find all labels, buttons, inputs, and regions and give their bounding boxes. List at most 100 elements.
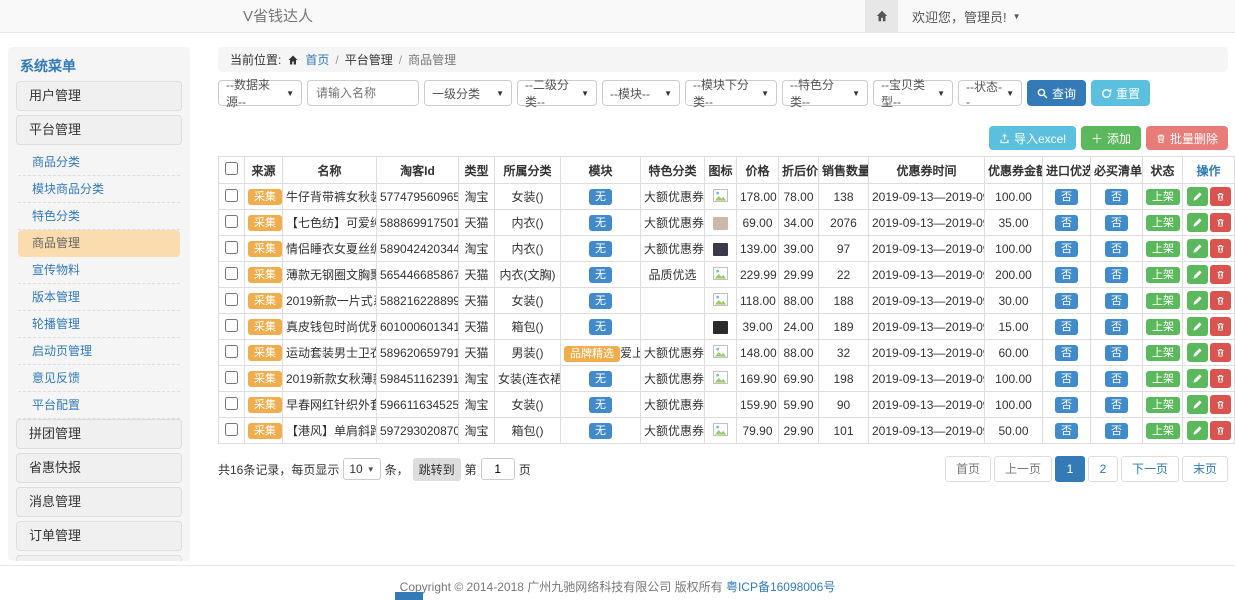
module-badge[interactable]: 无 — [589, 267, 612, 283]
must-buy-toggle[interactable]: 否 — [1105, 241, 1128, 257]
edit-button[interactable] — [1187, 213, 1208, 232]
status-badge[interactable]: 上架 — [1146, 267, 1180, 283]
sidebar-section-用户管理[interactable]: 用户管理 — [16, 81, 182, 111]
page-button-1[interactable]: 1 — [1055, 456, 1085, 482]
sidebar-item-商品分类[interactable]: 商品分类 — [18, 149, 180, 176]
delete-button[interactable] — [1210, 395, 1231, 414]
must-buy-toggle[interactable]: 否 — [1105, 319, 1128, 335]
import-select-toggle[interactable]: 否 — [1055, 345, 1078, 361]
sidebar-item-宣传物料[interactable]: 宣传物料 — [18, 257, 180, 284]
batch-delete-button[interactable]: 批量删除 — [1146, 126, 1228, 150]
row-checkbox[interactable] — [225, 423, 238, 436]
delete-button[interactable] — [1210, 291, 1231, 310]
sidebar-section-订单管理[interactable]: 订单管理 — [16, 521, 182, 551]
delete-button[interactable] — [1210, 239, 1231, 258]
page-button-下一页[interactable]: 下一页 — [1121, 456, 1179, 482]
must-buy-toggle[interactable]: 否 — [1105, 371, 1128, 387]
filter-select-7[interactable]: --状态--▼ — [958, 80, 1022, 106]
sidebar-section-兑换管理[interactable]: 兑换管理 — [16, 555, 182, 561]
delete-button[interactable] — [1210, 265, 1231, 284]
delete-button[interactable] — [1210, 187, 1231, 206]
edit-button[interactable] — [1187, 265, 1208, 284]
status-badge[interactable]: 上架 — [1146, 319, 1180, 335]
must-buy-toggle[interactable]: 否 — [1105, 423, 1128, 439]
sidebar-section-拼团管理[interactable]: 拼团管理 — [16, 419, 182, 449]
import-select-toggle[interactable]: 否 — [1055, 215, 1078, 231]
sidebar-item-商品管理[interactable]: 商品管理 — [18, 230, 180, 257]
status-badge[interactable]: 上架 — [1146, 189, 1180, 205]
module-badge[interactable]: 无 — [589, 423, 612, 439]
add-button[interactable]: ＋ 添加 — [1081, 126, 1141, 150]
row-checkbox[interactable] — [225, 293, 238, 306]
filter-select-1[interactable]: 一级分类▼ — [424, 80, 512, 106]
sidebar-item-轮播管理[interactable]: 轮播管理 — [18, 311, 180, 338]
edit-button[interactable] — [1187, 395, 1208, 414]
row-checkbox[interactable] — [225, 189, 238, 202]
page-button-首页[interactable]: 首页 — [945, 456, 991, 482]
per-page-select[interactable]: 10 ▼ — [343, 458, 380, 480]
sidebar-section-省惠快报[interactable]: 省惠快报 — [16, 453, 182, 483]
row-checkbox[interactable] — [225, 241, 238, 254]
sidebar-item-平台配置[interactable]: 平台配置 — [18, 392, 180, 419]
reset-button[interactable]: 重置 — [1091, 80, 1150, 106]
delete-button[interactable] — [1210, 369, 1231, 388]
name-search-input[interactable] — [307, 80, 419, 106]
must-buy-toggle[interactable]: 否 — [1105, 293, 1128, 309]
filter-select-6[interactable]: --宝贝类型--▼ — [873, 80, 953, 106]
import-select-toggle[interactable]: 否 — [1055, 397, 1078, 413]
must-buy-toggle[interactable]: 否 — [1105, 215, 1128, 231]
home-button[interactable] — [865, 0, 898, 32]
import-select-toggle[interactable]: 否 — [1055, 241, 1078, 257]
row-checkbox[interactable] — [225, 397, 238, 410]
module-badge[interactable]: 无 — [589, 293, 612, 309]
delete-button[interactable] — [1210, 213, 1231, 232]
must-buy-toggle[interactable]: 否 — [1105, 189, 1128, 205]
page-button-上一页[interactable]: 上一页 — [994, 456, 1052, 482]
sidebar-item-版本管理[interactable]: 版本管理 — [18, 284, 180, 311]
jump-page-input[interactable] — [481, 458, 515, 480]
sidebar-item-意见反馈[interactable]: 意见反馈 — [18, 365, 180, 392]
jump-to-button[interactable]: 跳转到 — [413, 458, 461, 481]
import-select-toggle[interactable]: 否 — [1055, 189, 1078, 205]
row-checkbox[interactable] — [225, 215, 238, 228]
delete-button[interactable] — [1210, 343, 1231, 362]
icp-link[interactable]: 粤ICP备16098006号 — [726, 580, 835, 594]
must-buy-toggle[interactable]: 否 — [1105, 345, 1128, 361]
module-badge[interactable]: 无 — [589, 189, 612, 205]
edit-button[interactable] — [1187, 317, 1208, 336]
edit-button[interactable] — [1187, 421, 1208, 440]
status-badge[interactable]: 上架 — [1146, 293, 1180, 309]
delete-button[interactable] — [1210, 421, 1231, 440]
import-select-toggle[interactable]: 否 — [1055, 267, 1078, 283]
module-badge[interactable]: 无 — [589, 319, 612, 335]
module-badge[interactable]: 无 — [589, 215, 612, 231]
import-select-toggle[interactable]: 否 — [1055, 371, 1078, 387]
import-select-toggle[interactable]: 否 — [1055, 319, 1078, 335]
sidebar-section-平台管理[interactable]: 平台管理 — [16, 115, 182, 145]
status-badge[interactable]: 上架 — [1146, 371, 1180, 387]
page-button-末页[interactable]: 末页 — [1182, 456, 1228, 482]
filter-select-2[interactable]: --二级分类--▼ — [517, 80, 597, 106]
filter-select-5[interactable]: --特色分类--▼ — [782, 80, 868, 106]
filter-select-3[interactable]: --模块--▼ — [602, 80, 680, 106]
search-button[interactable]: 查询 — [1027, 80, 1086, 106]
module-badge[interactable]: 无 — [589, 241, 612, 257]
edit-button[interactable] — [1187, 343, 1208, 362]
edit-button[interactable] — [1187, 239, 1208, 258]
status-badge[interactable]: 上架 — [1146, 215, 1180, 231]
filter-select-4[interactable]: --模块下分类--▼ — [685, 80, 777, 106]
row-checkbox[interactable] — [225, 345, 238, 358]
import-excel-button[interactable]: 导入excel — [989, 126, 1076, 150]
row-checkbox[interactable] — [225, 319, 238, 332]
module-badge[interactable]: 无 — [589, 371, 612, 387]
sidebar-item-特色分类[interactable]: 特色分类 — [18, 203, 180, 230]
row-checkbox[interactable] — [225, 267, 238, 280]
must-buy-toggle[interactable]: 否 — [1105, 267, 1128, 283]
status-badge[interactable]: 上架 — [1146, 397, 1180, 413]
row-checkbox[interactable] — [225, 371, 238, 384]
status-badge[interactable]: 上架 — [1146, 241, 1180, 257]
sidebar-item-启动页管理[interactable]: 启动页管理 — [18, 338, 180, 365]
breadcrumb-home-link[interactable]: 首页 — [305, 51, 329, 68]
select-all-checkbox[interactable] — [225, 162, 238, 175]
module-badge[interactable]: 品牌精选 — [564, 346, 620, 362]
